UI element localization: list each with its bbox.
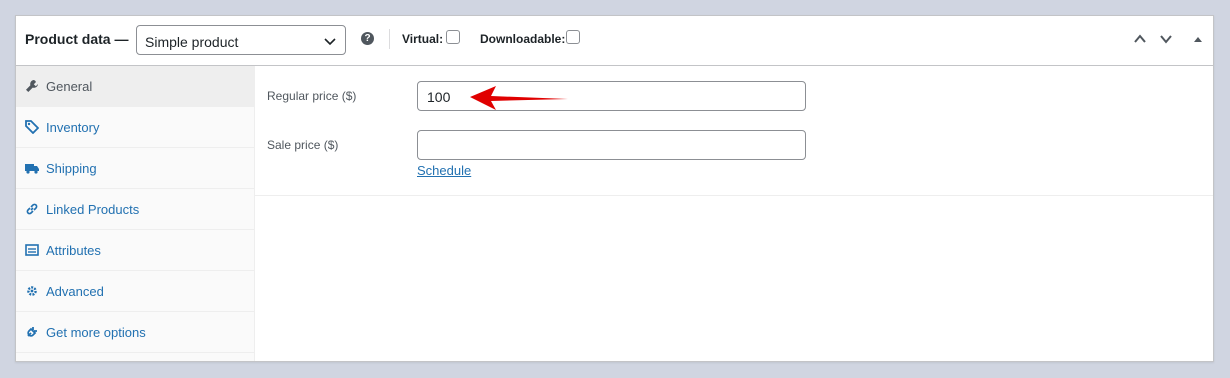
tab-inventory[interactable]: Inventory [16,107,254,148]
regular-price-label: Regular price ($) [267,89,357,103]
tab-label: Advanced [46,284,104,299]
plugin-icon [27,327,37,337]
link-icon [26,203,38,215]
chevron-down-icon[interactable] [1159,32,1173,46]
sale-price-label: Sale price ($) [267,138,339,152]
tab-general[interactable]: General [16,66,254,107]
virtual-label: Virtual: [402,32,444,46]
tab-shipping[interactable]: Shipping [16,148,254,189]
general-panel: Regular price ($) 100 Sale price ($) Sch… [255,66,1213,361]
tab-label: General [46,79,93,94]
tab-advanced[interactable]: Advanced [16,271,254,312]
regular-price-value: 100 [427,89,451,105]
tab-label: Get more options [46,325,146,340]
product-type-value: Simple product [145,34,239,50]
tab-label: Inventory [46,120,100,135]
tab-label: Shipping [46,161,97,176]
tab-attributes[interactable]: Attributes [16,230,254,271]
tab-get-more-options[interactable]: Get more options [16,312,254,353]
sale-price-input[interactable] [417,130,806,160]
tab-label: Linked Products [46,202,140,217]
downloadable-label: Downloadable: [480,32,566,46]
product-data-tabs: General Inventory Shipping Linked Produc… [16,66,255,361]
virtual-checkbox[interactable] [446,30,460,44]
product-data-panel: Product data — Simple product ? Virtual:… [15,15,1214,362]
panel-header: Product data — Simple product ? Virtual:… [16,16,1213,66]
product-type-select[interactable]: Simple product [136,25,346,55]
tab-linked-products[interactable]: Linked Products [16,189,254,230]
pricing-fields: Regular price ($) 100 Sale price ($) Sch… [255,66,1213,196]
tab-label: Attributes [46,243,101,258]
divider [389,29,390,49]
chevron-down-icon [324,38,336,46]
chevron-up-icon[interactable] [1133,32,1147,46]
list-icon [25,244,39,256]
downloadable-checkbox[interactable] [566,30,580,44]
help-icon[interactable]: ? [361,32,374,45]
annotation-arrow [470,86,568,110]
gear-icon [27,286,37,296]
truck-icon [25,164,39,174]
wrench-icon [26,80,38,92]
collapse-triangle-icon[interactable] [1191,32,1205,46]
schedule-link[interactable]: Schedule [417,163,471,178]
tag-icon [25,120,39,134]
panel-title: Product data — [25,31,129,47]
